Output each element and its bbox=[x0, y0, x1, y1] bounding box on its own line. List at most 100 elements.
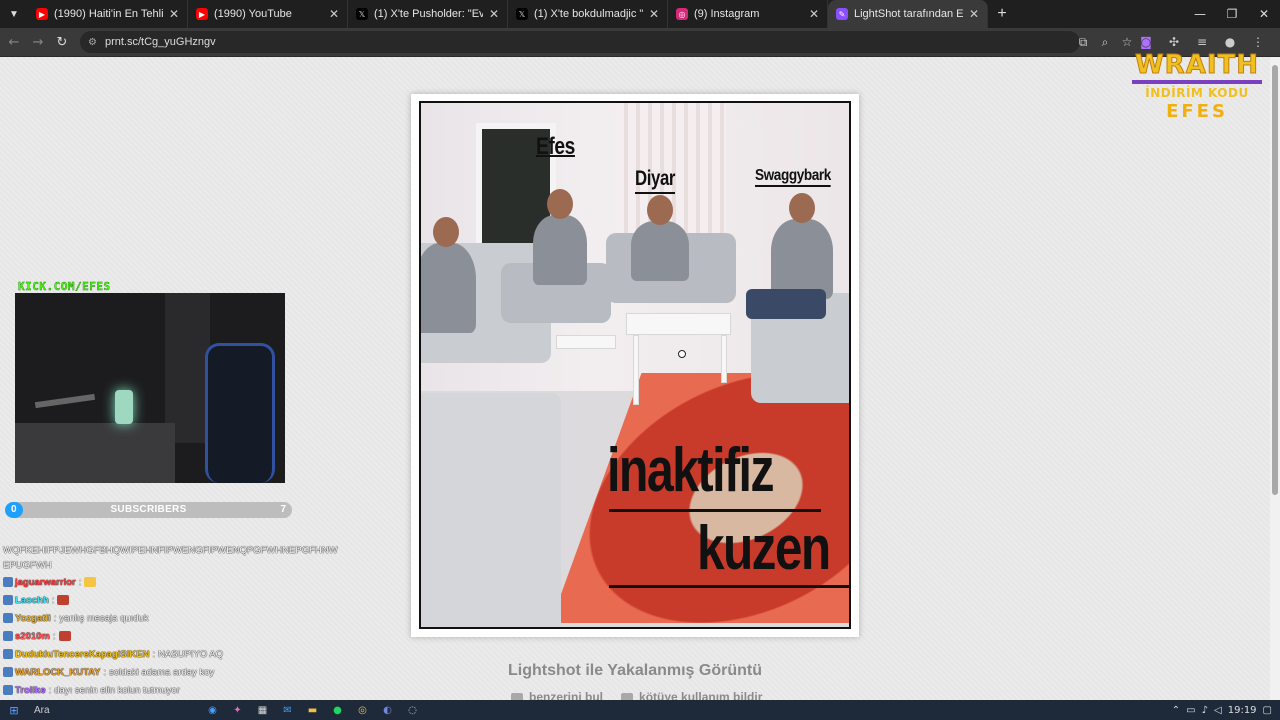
file-explorer-icon[interactable]: ▬ bbox=[300, 700, 325, 720]
chrome-icon[interactable]: ◎ bbox=[350, 700, 375, 720]
minimize-icon[interactable]: — bbox=[1184, 0, 1216, 28]
chat-message: Laochh: bbox=[3, 591, 343, 609]
windows-start-icon[interactable]: ⊞ bbox=[0, 700, 28, 720]
back-arrow-icon[interactable]: ← bbox=[2, 30, 26, 54]
kick-channel-url: KICK.COM/EFES bbox=[18, 280, 111, 293]
tab-youtube-haiti[interactable]: ▶ (1990) Haiti'in En Tehlikeli Çete ✕ bbox=[28, 0, 188, 28]
webcam-mic-arm bbox=[34, 393, 96, 409]
microphone-icon[interactable]: ♪ bbox=[1202, 705, 1208, 716]
outlook-icon[interactable]: ✉ bbox=[275, 700, 300, 720]
tab-search-button[interactable]: ▼ bbox=[0, 0, 28, 28]
chat-separator: : bbox=[52, 630, 56, 642]
subscriber-goal-bar: 0 SUBSCRIBERS 7 bbox=[5, 502, 292, 518]
omnibox-actions: ⧉ ⌕ ☆ bbox=[1072, 31, 1138, 53]
taskbar-search[interactable]: Ara bbox=[28, 702, 178, 718]
image-person-head bbox=[647, 195, 673, 225]
chat-separator: : bbox=[103, 666, 107, 678]
zoom-icon[interactable]: ⌕ bbox=[1094, 31, 1116, 53]
mouse-cursor-icon bbox=[678, 350, 686, 358]
chat-emote-icon bbox=[84, 577, 97, 587]
chat-message: jaguarwarrior: bbox=[3, 573, 343, 591]
chat-badge-icon bbox=[3, 577, 13, 587]
tab-title: (1990) Haiti'in En Tehlikeli Çete bbox=[54, 8, 163, 20]
chat-message: DudukluTencereKapagiSIKEN: NASUPIYO AQ bbox=[3, 645, 343, 663]
chat-separator: : bbox=[51, 594, 55, 606]
install-app-icon[interactable]: ⧉ bbox=[1072, 31, 1094, 53]
image-person bbox=[533, 189, 587, 285]
image-table bbox=[626, 313, 731, 335]
chat-emote-icon bbox=[58, 631, 71, 641]
site-info-icon[interactable]: ⚙ bbox=[88, 37, 97, 48]
chat-username: DudukluTencereKapagiSIKEN bbox=[15, 648, 150, 660]
chat-long-message: WQFKEHIFPJEWHGFBHQWIPEHNFIPWENGFIPWENQPG… bbox=[3, 545, 338, 571]
chat-username: Laochh bbox=[15, 594, 49, 606]
tab-instagram[interactable]: ◎ (9) Instagram ✕ bbox=[668, 0, 828, 28]
image-label-swaggybark: Swaggybark bbox=[755, 167, 831, 187]
copilot-icon[interactable]: ✦ bbox=[225, 700, 250, 720]
tab-close-icon[interactable]: ✕ bbox=[649, 7, 659, 21]
chevron-up-icon[interactable]: ⌃ bbox=[1172, 705, 1180, 716]
clock[interactable]: 19:19 bbox=[1228, 705, 1257, 716]
tab-close-icon[interactable]: ✕ bbox=[169, 7, 179, 21]
screenshot-image[interactable]: Efes Diyar Swaggybark inaktifiz kuzen bbox=[419, 101, 851, 629]
new-tab-button[interactable]: + bbox=[988, 5, 1016, 23]
youtube-icon: ▶ bbox=[196, 8, 208, 20]
reload-icon[interactable]: ↻ bbox=[50, 30, 74, 54]
tab-close-icon[interactable]: ✕ bbox=[969, 7, 979, 21]
sponsor-divider bbox=[1132, 80, 1262, 84]
webcam-feed bbox=[15, 293, 285, 483]
address-bar[interactable]: ⚙ prnt.sc/tCg_yuGHzngv bbox=[80, 31, 1080, 53]
tab-youtube[interactable]: ▶ (1990) YouTube ✕ bbox=[188, 0, 348, 28]
page-scrollbar[interactable] bbox=[1270, 57, 1280, 700]
tab-close-icon[interactable]: ✕ bbox=[329, 7, 339, 21]
tab-title: (9) Instagram bbox=[694, 8, 760, 20]
tab-title: LightShot tarafından Ekran Görü bbox=[854, 8, 963, 20]
close-window-icon[interactable]: ✕ bbox=[1248, 0, 1280, 28]
scrollbar-thumb[interactable] bbox=[1272, 65, 1278, 495]
obs-icon[interactable]: ◌ bbox=[400, 700, 425, 720]
tab-lightshot[interactable]: ✎ LightShot tarafından Ekran Görü ✕ bbox=[828, 0, 988, 28]
image-table-leg bbox=[721, 335, 727, 383]
chat-badge-icon bbox=[3, 685, 13, 695]
chat-message-list: jaguarwarrior: Laochh: Yozgatli: yanlış mes… bbox=[3, 573, 343, 717]
store-icon[interactable]: ▦ bbox=[250, 700, 275, 720]
chat-badge-icon bbox=[3, 649, 13, 659]
image-label-diyar: Diyar bbox=[635, 167, 675, 194]
network-icon[interactable]: ▭ bbox=[1186, 705, 1195, 716]
volume-icon[interactable]: ◁ bbox=[1214, 705, 1222, 716]
tab-x-bokdulmadjic[interactable]: 𝕏 (1) X'te bokdulmadjic "nefes kal ✕ bbox=[508, 0, 668, 28]
lightshot-icon: ✎ bbox=[836, 8, 848, 20]
chat-text: soldaki adama arday koy bbox=[109, 666, 215, 678]
image-caption-line2: kuzen bbox=[697, 514, 831, 583]
forward-arrow-icon[interactable]: → bbox=[26, 30, 50, 54]
tab-close-icon[interactable]: ✕ bbox=[489, 7, 499, 21]
instagram-icon: ◎ bbox=[676, 8, 688, 20]
sponsor-name: WRAITH bbox=[1135, 50, 1259, 80]
webcam-microphone bbox=[115, 390, 133, 424]
notification-icon[interactable]: ▢ bbox=[1263, 705, 1272, 716]
search-text: Ara bbox=[34, 704, 50, 716]
image-person bbox=[631, 195, 689, 281]
restore-icon[interactable]: ❐ bbox=[1216, 0, 1248, 28]
chat-separator: : bbox=[152, 648, 156, 660]
spotify-icon[interactable]: ● bbox=[325, 700, 350, 720]
chat-message: Yozgatli: yanlış mesaja quıduk bbox=[3, 609, 343, 627]
chat-separator: : bbox=[48, 684, 52, 696]
webcam-desk bbox=[15, 423, 175, 483]
discord-icon[interactable]: ◐ bbox=[375, 700, 400, 720]
chat-message: Trollke: dayı senin elin kolun tutmuyor bbox=[3, 681, 343, 699]
chat-text: yanlış mesaja quıduk bbox=[59, 612, 149, 624]
chat-text: NASUPIYO AQ bbox=[158, 648, 224, 660]
tab-x-pusholder[interactable]: 𝕏 (1) X'te Pusholder: "Evrim Akın, ✕ bbox=[348, 0, 508, 28]
image-person-head bbox=[547, 189, 573, 219]
chat-badge-icon bbox=[3, 613, 13, 623]
chat-badge-icon bbox=[3, 595, 13, 605]
chat-emote-icon bbox=[57, 595, 70, 605]
caption-underline bbox=[609, 585, 849, 588]
chat-username: Trollke bbox=[15, 684, 46, 696]
image-jeans bbox=[746, 289, 826, 319]
tab-close-icon[interactable]: ✕ bbox=[809, 7, 819, 21]
tab-strip: ▼ ▶ (1990) Haiti'in En Tehlikeli Çete ✕ … bbox=[0, 0, 1280, 28]
system-tray: ⌃ ▭ ♪ ◁ 19:19 ▢ bbox=[1172, 700, 1272, 720]
edge-icon[interactable]: ◉ bbox=[200, 700, 225, 720]
